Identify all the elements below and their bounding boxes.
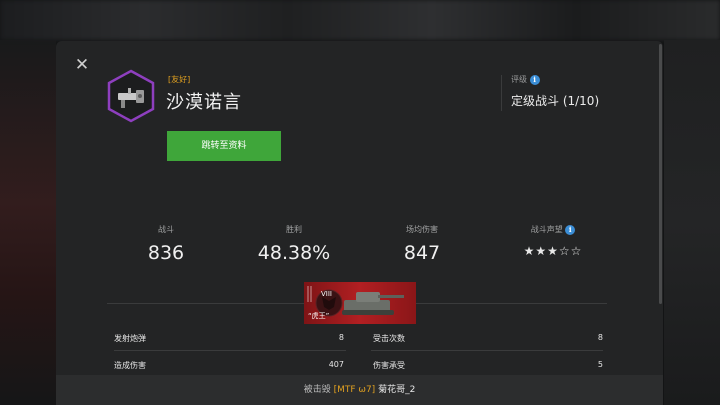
tank-name: “虎王” — [308, 312, 330, 320]
stat-avg-damage: 场均伤害 847 — [352, 224, 492, 264]
player-card-modal: ✕ [友好] 沙漠诺言 跳转至资料 评级 i 定级战斗 (1/10) 战斗 83… — [56, 41, 663, 405]
detail-label: 发射炮弹 — [114, 334, 146, 343]
background-left — [0, 40, 56, 405]
stat-winrate: 胜利 48.38% — [224, 224, 364, 264]
background-blur — [0, 0, 720, 40]
rating-label-row: 评级 i — [511, 74, 540, 85]
destroyed-by-footer: 被击毁 [MTF ω7] 菊花哥_2 — [56, 375, 663, 405]
rating-value: 定级战斗 (1/10) — [511, 94, 600, 108]
stat-value: 836 — [147, 242, 185, 264]
reputation-stars: ★★★☆☆ — [523, 244, 583, 258]
info-icon[interactable]: i — [565, 224, 576, 235]
close-icon[interactable]: ✕ — [74, 57, 90, 74]
detail-label: 造成伤害 — [114, 361, 146, 370]
detail-label: 伤害承受 — [373, 361, 405, 370]
stat-label: 战斗声望 — [530, 225, 563, 234]
info-icon[interactable]: i — [529, 74, 540, 85]
go-to-profile-button[interactable]: 跳转至资料 — [167, 131, 281, 161]
rating-divider — [501, 75, 502, 111]
detail-value: 407 — [328, 360, 344, 369]
svg-text:VIII: VIII — [321, 290, 332, 298]
stat-label-row: 战斗声望 i — [483, 224, 623, 236]
stat-label: 场均伤害 — [406, 225, 438, 234]
scrollbar[interactable] — [659, 44, 662, 304]
tank-card[interactable]: VIII “虎王” — [304, 282, 416, 324]
stats-row: 战斗 836 胜利 48.38% 场均伤害 847 战斗声望 i ★★★☆☆ — [96, 224, 656, 269]
player-emblem-icon — [106, 69, 156, 123]
detail-value: 5 — [597, 360, 603, 369]
stat-value: 847 — [403, 242, 441, 264]
stat-battles: 战斗 836 — [96, 224, 236, 264]
stat-label: 胜利 — [286, 225, 302, 234]
rating-label: 评级 — [511, 75, 527, 84]
row-divider — [371, 350, 603, 351]
stat-label: 战斗 — [158, 225, 174, 234]
detail-label: 受击次数 — [373, 334, 405, 343]
stat-reputation: 战斗声望 i ★★★☆☆ — [483, 224, 623, 258]
killer-name[interactable]: 菊花哥_2 — [378, 385, 415, 395]
detail-value: 8 — [338, 333, 344, 342]
detail-value: 8 — [597, 333, 603, 342]
player-name: 沙漠诺言 — [166, 92, 242, 113]
killer-clan-tag: [MTF ω7] — [333, 385, 376, 395]
background-right — [664, 40, 720, 405]
footer-prefix: 被击毁 — [303, 385, 331, 395]
relation-tag: [友好] — [168, 75, 191, 84]
row-divider — [114, 350, 346, 351]
stat-value: 48.38% — [257, 242, 331, 264]
